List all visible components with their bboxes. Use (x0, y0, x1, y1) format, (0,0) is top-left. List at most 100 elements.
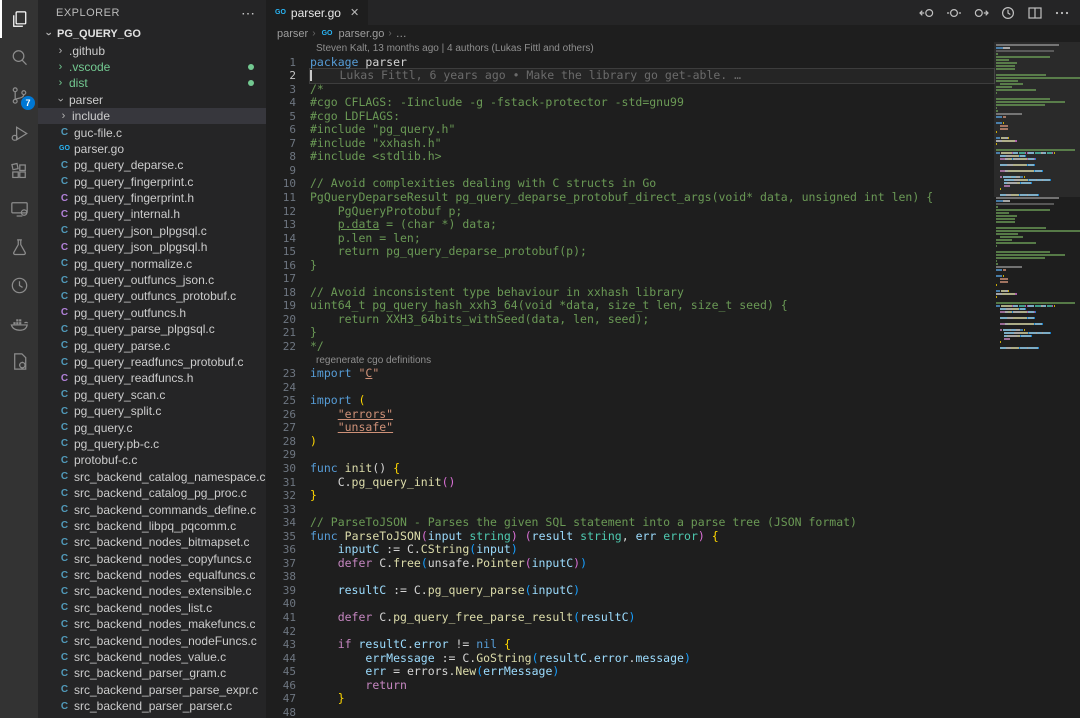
code-line[interactable]: 4#cgo CFLAGS: -Iinclude -g -fstack-prote… (266, 96, 994, 110)
tree-item[interactable]: GOparser.go (38, 141, 266, 157)
tree-item[interactable]: Cpg_query_split.c (38, 403, 266, 419)
tree-item[interactable]: ›.vscode (38, 59, 266, 75)
extensions-icon[interactable] (0, 152, 38, 190)
code-line[interactable]: 15 return pg_query_deparse_protobuf(p); (266, 245, 994, 259)
tree-item[interactable]: Cpg_query_internal.h (38, 206, 266, 222)
code-line[interactable]: 25import ( (266, 394, 994, 408)
tree-item[interactable]: Cguc-file.c (38, 124, 266, 140)
more-actions-icon[interactable]: ⋯ (241, 5, 256, 22)
code-line[interactable]: 16} (266, 259, 994, 273)
code-line[interactable]: 41 defer C.pg_query_free_parse_result(re… (266, 611, 994, 625)
code-line[interactable]: 27 "unsafe" (266, 421, 994, 435)
tree-item[interactable]: Cpg_query_readfuncs_protobuf.c (38, 354, 266, 370)
breadcrumb-more[interactable]: … (396, 28, 407, 40)
tree-item[interactable]: Cpg_query_deparse.c (38, 157, 266, 173)
tree-item[interactable]: Csrc_backend_nodes_nodeFuncs.c (38, 632, 266, 648)
tree-item[interactable]: Cpg_query_outfuncs.h (38, 305, 266, 321)
code-line[interactable]: 47 } (266, 692, 994, 706)
code-line[interactable]: 13 p.data = (char *) data; (266, 218, 994, 232)
code-line[interactable]: 7#include "xxhash.h" (266, 137, 994, 151)
tree-item[interactable]: Cpg_query_readfuncs.h (38, 370, 266, 386)
tree-item[interactable]: Csrc_backend_parser_parse_expr.c (38, 682, 266, 698)
search-icon[interactable] (0, 38, 38, 76)
code-line[interactable]: 10// Avoid complexities dealing with C s… (266, 177, 994, 191)
tree-item[interactable]: Cpg_query.pb-c.c (38, 436, 266, 452)
tree-item[interactable]: Cpg_query_parse_plpgsql.c (38, 321, 266, 337)
split-editor-icon[interactable] (1027, 5, 1043, 21)
code-line[interactable]: 30func init() { (266, 462, 994, 476)
tree-item[interactable]: Csrc_backend_catalog_namespace.c (38, 469, 266, 485)
tree-item[interactable]: Cprotobuf-c.c (38, 452, 266, 468)
code-line[interactable]: 17 (266, 272, 994, 286)
tree-item[interactable]: Csrc_backend_nodes_bitmapset.c (38, 534, 266, 550)
tree-item[interactable]: Cpg_query_outfuncs_protobuf.c (38, 288, 266, 304)
close-icon[interactable]: ✕ (350, 6, 359, 19)
code-line[interactable]: 2Lukas Fittl, 6 years ago • Make the lib… (266, 69, 994, 83)
docker-icon[interactable] (0, 304, 38, 342)
tree-item[interactable]: Cpg_query_normalize.c (38, 255, 266, 271)
code-line[interactable]: 28) (266, 435, 994, 449)
code-line[interactable]: 38 (266, 570, 994, 584)
minimap[interactable] (994, 42, 1080, 718)
tree-item[interactable]: Csrc_backend_parser_parser.c (38, 698, 266, 714)
previous-change-icon[interactable] (919, 5, 935, 21)
code-line[interactable]: 24 (266, 381, 994, 395)
code-line[interactable]: 26 "errors" (266, 408, 994, 422)
breadcrumb-file[interactable]: parser.go (339, 28, 385, 40)
code-line[interactable]: 48 (266, 706, 994, 718)
code-line[interactable]: 44 errMessage := C.GoString(resultC.erro… (266, 652, 994, 666)
code-line[interactable]: 31 C.pg_query_init() (266, 476, 994, 490)
tree-item[interactable]: Cpg_query.c (38, 419, 266, 435)
codelens-row[interactable]: regenerate cgo definitions (266, 354, 994, 368)
tree-item[interactable]: Csrc_backend_nodes_extensible.c (38, 583, 266, 599)
tree-item[interactable]: Csrc_backend_commands_define.c (38, 501, 266, 517)
code-line[interactable]: 3/* (266, 83, 994, 97)
code-line[interactable]: 35func ParseToJSON(input string) (result… (266, 530, 994, 544)
code-line[interactable]: 8#include <stdlib.h> (266, 150, 994, 164)
code-line[interactable]: 42 (266, 625, 994, 639)
code-editor[interactable]: Steven Kalt, 13 months ago | 4 authors (… (266, 42, 1080, 718)
source-control-icon[interactable]: 7 (0, 76, 38, 114)
code-line[interactable]: 20 return XXH3_64bits_withSeed(data, len… (266, 313, 994, 327)
tree-item[interactable]: Csrc_backend_libpq_pqcomm.c (38, 518, 266, 534)
code-line[interactable]: 14 p.len = len; (266, 232, 994, 246)
tab-parser-go[interactable]: GO parser.go ✕ (266, 0, 368, 25)
code-line[interactable]: 46 return (266, 679, 994, 693)
tree-item[interactable]: Cpg_query_scan.c (38, 387, 266, 403)
tree-item[interactable]: Csrc_backend_nodes_value.c (38, 649, 266, 665)
code-line[interactable]: 40 (266, 597, 994, 611)
codelens-row[interactable]: Steven Kalt, 13 months ago | 4 authors (… (266, 42, 994, 56)
code-line[interactable]: 18// Avoid inconsistent type behaviour i… (266, 286, 994, 300)
tree-item[interactable]: Cpg_query_outfuncs_json.c (38, 272, 266, 288)
code-line[interactable]: 11PgQueryDeparseResult pg_query_deparse_… (266, 191, 994, 205)
breadcrumb-folder[interactable]: parser (277, 28, 308, 40)
tree-item[interactable]: Csrc_backend_nodes_list.c (38, 600, 266, 616)
testing-flask-icon[interactable] (0, 228, 38, 266)
tree-item[interactable]: Csrc_backend_nodes_equalfuncs.c (38, 567, 266, 583)
code-line[interactable]: 32} (266, 489, 994, 503)
code-line[interactable]: 29 (266, 448, 994, 462)
code-line[interactable]: 23import "C" (266, 367, 994, 381)
code-line[interactable]: 19uint64_t pg_query_hash_xxh3_64(void *d… (266, 299, 994, 313)
tree-root-folder[interactable]: ›PG_QUERY_GO (38, 26, 266, 42)
tree-item[interactable]: Cpg_query_fingerprint.c (38, 174, 266, 190)
run-and-debug-icon[interactable] (0, 114, 38, 152)
code-line[interactable]: 9 (266, 164, 994, 178)
code-line[interactable]: 22*/ (266, 340, 994, 354)
code-line[interactable]: 12 PgQueryProtobuf p; (266, 205, 994, 219)
code-line[interactable]: 37 defer C.free(unsafe.Pointer(inputC)) (266, 557, 994, 571)
code-line[interactable]: 39 resultC := C.pg_query_parse(inputC) (266, 584, 994, 598)
open-changes-icon[interactable] (946, 5, 962, 21)
explorer-icon[interactable] (0, 0, 38, 38)
codelens-text[interactable]: regenerate cgo definitions (310, 354, 994, 368)
tree-item[interactable]: Cpg_query_fingerprint.h (38, 190, 266, 206)
tree-item[interactable]: Cpg_query_json_plpgsql.h (38, 239, 266, 255)
tree-item[interactable]: ›.github (38, 42, 266, 58)
file-history-icon[interactable] (0, 266, 38, 304)
tree-item[interactable]: Csrc_backend_nodes_makefuncs.c (38, 616, 266, 632)
code-line[interactable]: 6#include "pg_query.h" (266, 123, 994, 137)
codelens-text[interactable]: Steven Kalt, 13 months ago | 4 authors (… (310, 42, 994, 56)
tree-item[interactable]: Cpg_query_parse.c (38, 337, 266, 353)
code-line[interactable]: 5#cgo LDFLAGS: (266, 110, 994, 124)
code-line[interactable]: 34// ParseToJSON - Parses the given SQL … (266, 516, 994, 530)
